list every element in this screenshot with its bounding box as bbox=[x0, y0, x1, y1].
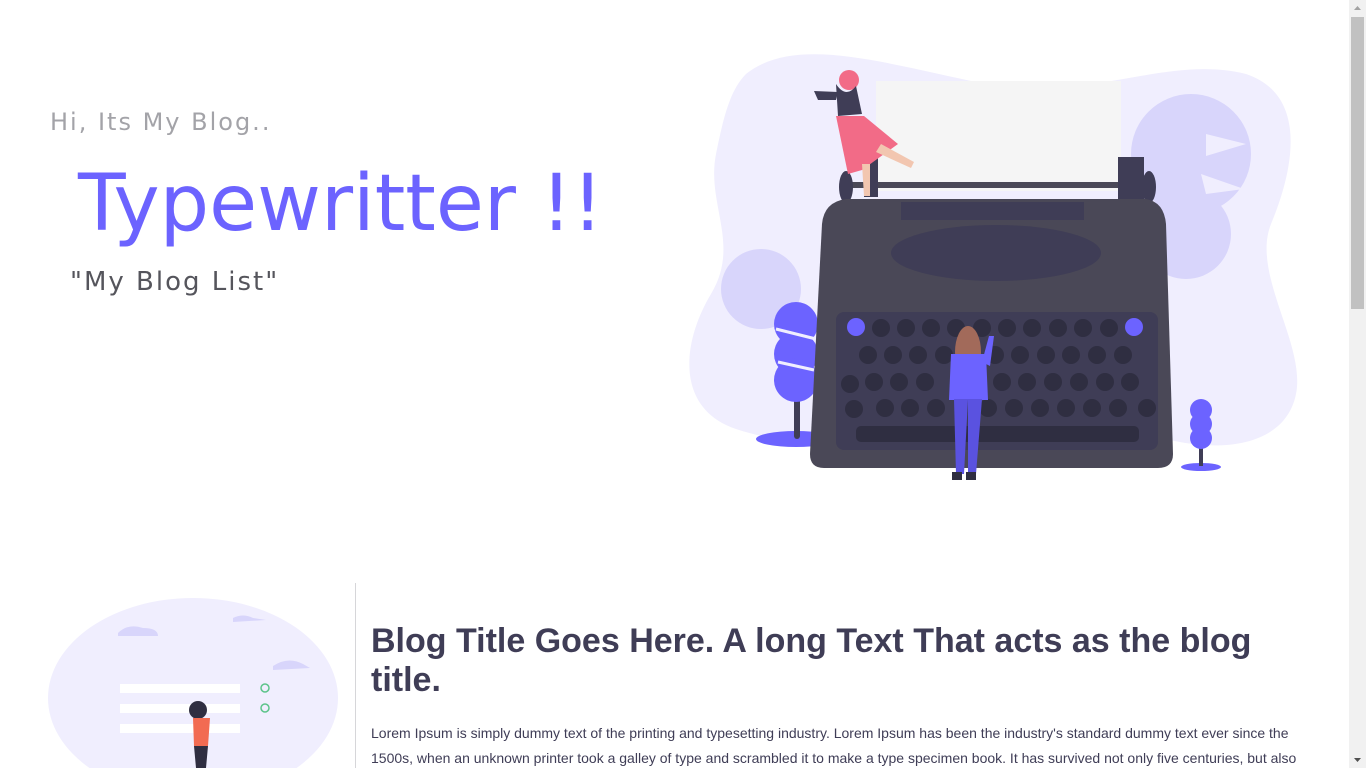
blog-post-title[interactable]: Blog Title Goes Here. A long Text That a… bbox=[371, 622, 1271, 700]
typewriter-illustration bbox=[689, 54, 1298, 480]
hero-brand-title: Typewritter !! bbox=[78, 159, 604, 249]
scroll-thumb[interactable] bbox=[1351, 17, 1364, 309]
blog-post-excerpt: Lorem Ipsum is simply dummy text of the … bbox=[371, 725, 1297, 766]
scroll-up-arrow-icon[interactable] bbox=[1349, 0, 1366, 17]
checklist-illustration bbox=[48, 598, 338, 768]
vertical-scrollbar[interactable] bbox=[1349, 0, 1366, 768]
blog-divider bbox=[355, 583, 356, 768]
scroll-down-arrow-icon[interactable] bbox=[1349, 751, 1366, 768]
hero-greeting: Hi, Its My Blog.. bbox=[50, 108, 272, 136]
page: Hi, Its My Blog.. Typewritter !! "My Blo… bbox=[0, 0, 1349, 768]
hero-tagline: "My Blog List" bbox=[70, 267, 280, 297]
